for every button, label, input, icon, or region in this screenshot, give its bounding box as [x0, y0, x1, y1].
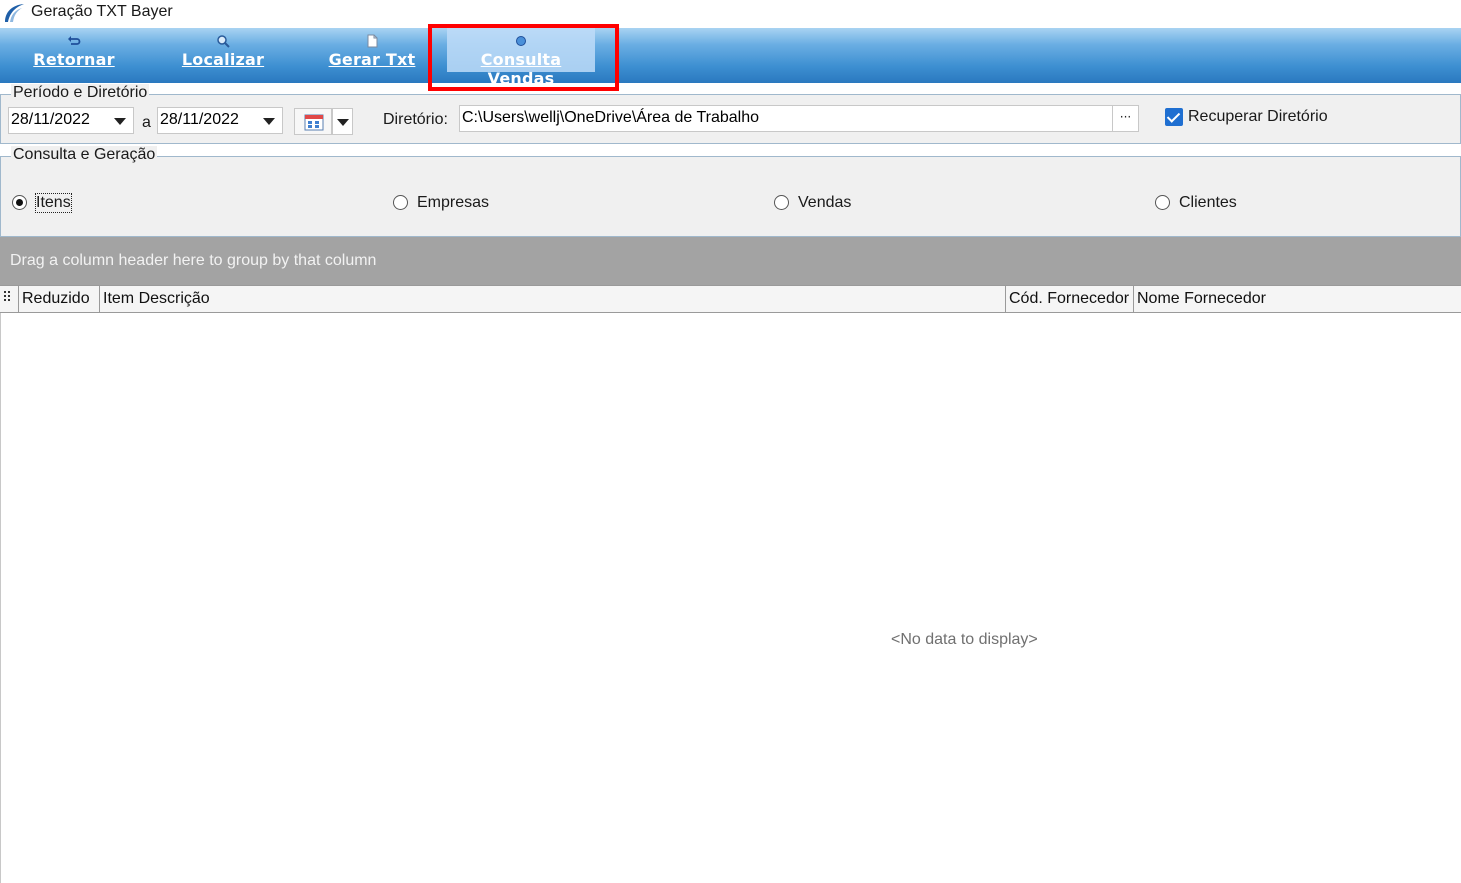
calendar-icon [304, 114, 324, 131]
grid-body[interactable]: <No data to display> [0, 313, 1461, 883]
radio-clientes-label[interactable]: Clientes [1179, 194, 1237, 212]
calendar-button[interactable] [294, 108, 332, 135]
window-title: Geração TXT Bayer [31, 3, 173, 20]
chevron-down-icon[interactable] [255, 108, 282, 133]
group-by-panel[interactable]: Drag a column header here to group by th… [0, 237, 1461, 285]
group-by-hint: Drag a column header here to group by th… [10, 252, 377, 269]
consulta-geracao-group: Consulta e Geração [0, 146, 1461, 237]
date-from-value: 28/11/2022 [11, 111, 90, 128]
app-logo-icon [5, 4, 24, 22]
toolbar: Retornar Localizar Gerar Txt Consulta Ve… [0, 28, 1461, 88]
date-separator: a [142, 114, 151, 131]
radio-vendas-label[interactable]: Vendas [798, 194, 851, 212]
column-chooser-icon [4, 291, 10, 301]
column-header-nome-fornecedor[interactable]: Nome Fornecedor [1134, 286, 1461, 312]
radio-empresas[interactable] [393, 195, 408, 210]
radio-empresas-label[interactable]: Empresas [417, 194, 489, 212]
browse-directory-button[interactable]: ··· [1112, 105, 1139, 132]
radio-itens[interactable] [12, 195, 27, 210]
directory-value: C:\Users\wellj\OneDrive\Área de Trabalho [462, 109, 760, 126]
column-header-item-descricao[interactable]: Item Descrição [100, 286, 1006, 312]
chevron-down-icon[interactable] [106, 108, 133, 133]
no-data-message: <No data to display> [891, 631, 1038, 648]
grid-header: Reduzido Item Descrição Cód. Fornecedor … [0, 285, 1461, 313]
localizar-button[interactable]: Localizar [171, 28, 275, 83]
consulta-vendas-button[interactable]: Consulta Vendas [447, 28, 595, 88]
recuperar-diretorio-label[interactable]: Recuperar Diretório [1188, 108, 1328, 126]
undo-arrow-icon [68, 36, 81, 45]
title-bar: Geração TXT Bayer [0, 0, 1461, 28]
magnifier-icon [217, 35, 230, 48]
date-to-value: 28/11/2022 [160, 111, 239, 128]
gerar-txt-button[interactable]: Gerar Txt [320, 28, 424, 83]
column-header-cod-fornecedor[interactable]: Cód. Fornecedor [1006, 286, 1134, 312]
radio-clientes[interactable] [1155, 195, 1170, 210]
date-to-combo[interactable]: 28/11/2022 [157, 107, 283, 134]
document-icon [367, 34, 378, 48]
gerar-txt-label: Gerar Txt [328, 50, 416, 69]
date-from-combo[interactable]: 28/11/2022 [8, 107, 134, 134]
column-chooser-button[interactable] [0, 286, 19, 312]
consulta-vendas-label: Consulta Vendas [480, 50, 562, 88]
radio-itens-label[interactable]: Itens [35, 193, 72, 213]
directory-label: Diretório: [383, 111, 448, 128]
calendar-dropdown-button[interactable] [332, 108, 353, 135]
retornar-button[interactable]: Retornar [22, 28, 126, 83]
radio-vendas[interactable] [774, 195, 789, 210]
localizar-label: Localizar [181, 50, 265, 69]
periodo-group-title: Período e Diretório [11, 84, 150, 102]
app-window: Geração TXT Bayer Retornar Localizar Ger… [0, 0, 1461, 883]
consulta-group-title: Consulta e Geração [11, 146, 158, 164]
column-header-reduzido[interactable]: Reduzido [19, 286, 100, 312]
circle-icon [516, 36, 526, 46]
retornar-label: Retornar [33, 50, 115, 69]
recuperar-diretorio-checkbox[interactable] [1165, 108, 1183, 126]
directory-field[interactable]: C:\Users\wellj\OneDrive\Área de Trabalho [459, 105, 1113, 132]
